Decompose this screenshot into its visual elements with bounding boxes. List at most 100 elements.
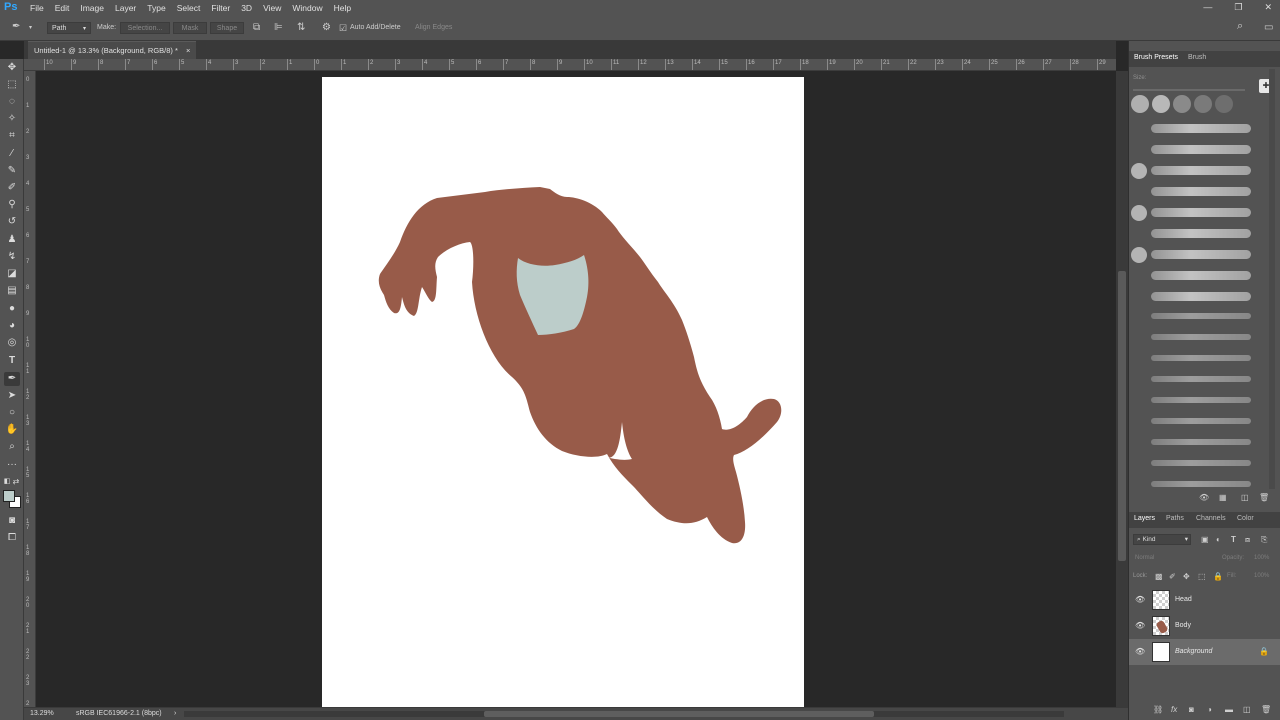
more-tools-icon[interactable]: ··· (4, 458, 20, 472)
tool-mode-select[interactable]: Path ▾ (47, 22, 91, 34)
menu-file[interactable]: File (30, 3, 44, 13)
menu-3d[interactable]: 3D (241, 3, 252, 13)
close-window-button[interactable]: ✕ (1264, 2, 1272, 13)
eye-icon[interactable]: 👁 (1135, 647, 1145, 656)
layer-row-head[interactable]: 👁 Head (1129, 587, 1280, 613)
pen-tool-preset-icon[interactable]: ✒ (12, 21, 20, 33)
search-icon[interactable]: ⌕ (1237, 20, 1243, 32)
foreground-color-swatch[interactable] (3, 490, 15, 502)
filter-smart-object-icon[interactable]: ⎘ (1261, 535, 1267, 545)
tab-channels[interactable]: Channels (1196, 515, 1226, 522)
menu-help[interactable]: Help (334, 3, 351, 13)
path-alignment-icon[interactable]: ⊫ (274, 22, 283, 34)
brush-size-slider[interactable] (1133, 89, 1245, 91)
tab-layers[interactable]: Layers (1134, 515, 1155, 522)
screen-mode-icon[interactable]: ⧠ (4, 531, 20, 545)
brush-tip-preset[interactable] (1215, 95, 1233, 113)
path-operations-icon[interactable]: ⧉ (253, 22, 260, 34)
layer-row-background[interactable]: 👁 Background 🔒 (1129, 639, 1280, 665)
preset-chevron-icon[interactable]: ▾ (29, 22, 32, 34)
delete-layer-icon[interactable]: 🗑 (1261, 705, 1271, 714)
menu-layer[interactable]: Layer (115, 3, 136, 13)
art-history-brush-icon[interactable]: ↯ (4, 250, 20, 264)
menu-filter[interactable]: Filter (211, 3, 230, 13)
blend-mode-select[interactable]: Normal (1133, 553, 1191, 564)
minimize-button[interactable]: — (1203, 2, 1212, 13)
toggle-brush-panel-icon[interactable]: 👁 (1199, 493, 1209, 502)
clone-stamp-tool-icon[interactable]: ⚲ (4, 198, 20, 212)
layer-filter-kind-select[interactable]: ⌕ Kind ▾ (1133, 534, 1191, 545)
marquee-tool-icon[interactable]: ⬚ (4, 78, 20, 92)
tab-brush[interactable]: Brush (1188, 54, 1206, 61)
layer-name[interactable]: Body (1175, 622, 1191, 629)
type-tool-icon[interactable]: T (4, 354, 20, 368)
eye-icon[interactable]: 👁 (1135, 595, 1145, 604)
create-brush-icon[interactable]: ◫ (1241, 493, 1249, 502)
filter-shape-icon[interactable]: ⧈ (1245, 535, 1250, 545)
document-tab[interactable]: Untitled-1 @ 13.3% (Background, RGB/8) *… (28, 41, 197, 59)
add-mask-icon[interactable]: ◙ (1189, 705, 1194, 714)
tab-brush-presets[interactable]: Brush Presets (1134, 54, 1178, 61)
zoom-level[interactable]: 13.29% (30, 710, 54, 717)
history-brush-tool-icon[interactable]: ↺ (4, 215, 20, 229)
zoom-tool-icon[interactable]: ⌕ (4, 440, 20, 454)
brush-preset-list[interactable] (1129, 95, 1275, 491)
lock-artboard-icon[interactable]: ⬚ (1198, 572, 1206, 581)
pen-tool-icon[interactable]: ✒ (4, 372, 20, 386)
healing-brush-tool-icon[interactable]: ✎ (4, 164, 20, 178)
layer-name[interactable]: Background (1175, 648, 1212, 655)
dodge-tool-icon[interactable]: ◕ (4, 319, 20, 333)
brush-preset-item[interactable] (1129, 308, 1275, 328)
menu-view[interactable]: View (263, 3, 281, 13)
brush-panel-scrollbar[interactable] (1269, 69, 1275, 489)
brush-preset-item[interactable] (1129, 455, 1275, 475)
hand-tool-icon[interactable]: ✋ (4, 423, 20, 437)
menu-image[interactable]: Image (80, 3, 104, 13)
brush-preset-item[interactable] (1129, 119, 1275, 139)
brush-preset-item[interactable] (1129, 224, 1275, 244)
brush-preset-item[interactable] (1129, 350, 1275, 370)
lock-position-icon[interactable]: ✥ (1183, 572, 1190, 581)
delete-brush-icon[interactable]: 🗑 (1259, 493, 1269, 502)
magic-wand-tool-icon[interactable]: ✧ (4, 112, 20, 126)
brush-preset-item[interactable] (1129, 245, 1275, 265)
brush-preset-item[interactable] (1129, 203, 1275, 223)
brush-preset-item[interactable] (1129, 434, 1275, 454)
brush-tip-preset[interactable] (1131, 95, 1149, 113)
auto-add-delete-checkbox[interactable]: ☑ (339, 22, 347, 34)
lock-image-icon[interactable]: ✐ (1169, 572, 1176, 581)
canvas-area[interactable] (36, 71, 1116, 707)
brush-preset-item[interactable] (1129, 182, 1275, 202)
link-layers-icon[interactable]: ⛓ (1153, 705, 1163, 714)
vertical-scroll-thumb[interactable] (1118, 271, 1126, 561)
tab-paths[interactable]: Paths (1166, 515, 1184, 522)
crop-tool-icon[interactable]: ⌗ (4, 129, 20, 143)
blur-tool-icon[interactable]: ● (4, 302, 20, 316)
layer-row-body[interactable]: 👁 Body (1129, 613, 1280, 639)
make-selection-button[interactable]: Selection... (120, 22, 170, 34)
brush-preset-item[interactable] (1129, 413, 1275, 433)
layer-name[interactable]: Head (1175, 596, 1192, 603)
quick-mask-icon[interactable]: ◙ (4, 514, 20, 528)
filter-pixel-icon[interactable]: ▣ (1201, 535, 1209, 544)
path-selection-tool-icon[interactable]: ➤ (4, 389, 20, 403)
workspace-icon[interactable]: ▭ (1264, 22, 1273, 34)
lock-transparent-icon[interactable]: ▩ (1155, 572, 1163, 581)
body-shape[interactable] (378, 187, 782, 544)
horizontal-scroll-thumb[interactable] (484, 711, 874, 717)
eyedropper-tool-icon[interactable]: ⁄ (4, 147, 20, 161)
brush-preset-item[interactable] (1129, 140, 1275, 160)
filter-type-icon[interactable]: T (1231, 535, 1236, 544)
make-shape-button[interactable]: Shape (210, 22, 244, 34)
menu-window[interactable]: Window (292, 3, 322, 13)
gradient-tool-icon[interactable]: ▤ (4, 284, 20, 298)
eye-icon[interactable]: 👁 (1135, 621, 1145, 630)
brush-tip-preset[interactable] (1173, 95, 1191, 113)
lock-all-icon[interactable]: 🔒 (1213, 572, 1223, 581)
brush-preset-item[interactable] (1129, 329, 1275, 349)
path-arrangement-icon[interactable]: ⇅ (297, 22, 305, 34)
status-menu-arrow-icon[interactable]: › (174, 710, 176, 717)
brush-preset-item[interactable] (1129, 392, 1275, 412)
fill-value[interactable]: 100% (1254, 573, 1269, 579)
adjustment-layer-icon[interactable]: ◑ (1207, 705, 1212, 714)
